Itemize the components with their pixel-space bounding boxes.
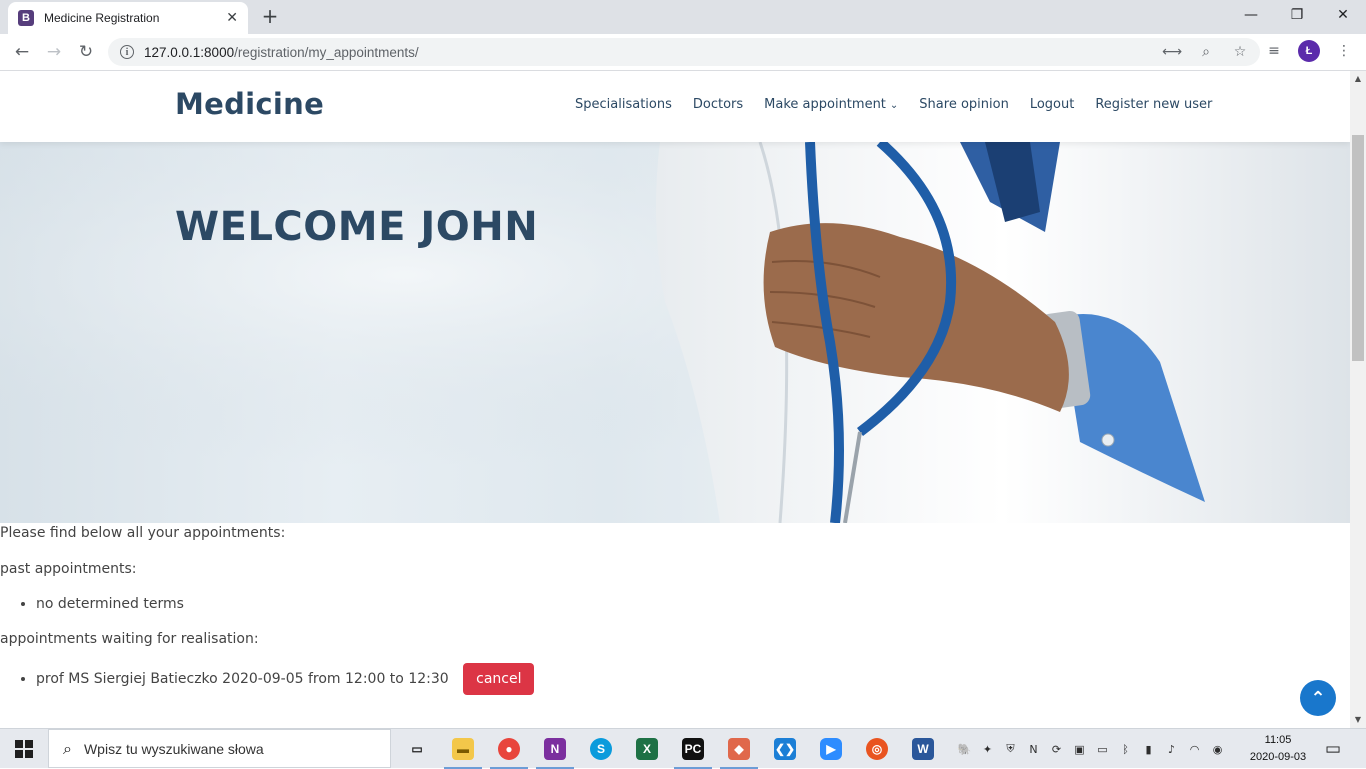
wifi-icon[interactable]: ◠ bbox=[1185, 740, 1204, 759]
excel-icon[interactable]: X bbox=[624, 729, 670, 769]
nav-make-appointment[interactable]: Make appointment ⌄ bbox=[764, 97, 898, 112]
close-window-icon[interactable]: ✕ bbox=[1320, 0, 1366, 30]
onenote-tray-icon[interactable]: N bbox=[1024, 740, 1043, 759]
vscode-icon[interactable]: ❮❯ bbox=[762, 729, 808, 769]
waiting-appointments-heading: appointments waiting for realisation: bbox=[0, 631, 259, 647]
skype-icon[interactable]: S bbox=[578, 729, 624, 769]
search-icon: ⌕ bbox=[63, 738, 72, 758]
translate-icon[interactable]: ⟷ bbox=[1162, 42, 1182, 62]
taskbar-search-placeholder: Wpisz tu wyszukiwane słowa bbox=[83, 740, 264, 757]
url-path: /registration/my_appointments/ bbox=[234, 44, 419, 60]
web-page: Medicine Specialisations Doctors Make ap… bbox=[0, 71, 1350, 728]
address-bar[interactable]: i 127.0.0.1:8000/registration/my_appoint… bbox=[108, 38, 1260, 66]
main-nav: Specialisations Doctors Make appointment… bbox=[575, 97, 1212, 112]
sync-icon[interactable]: ⟳ bbox=[1047, 740, 1066, 759]
minimize-window-icon[interactable]: — bbox=[1228, 0, 1274, 30]
taskbar-search-box[interactable]: ⌕ Wpisz tu wyszukiwane słowa bbox=[48, 729, 391, 768]
past-appointments-list: no determined terms bbox=[18, 596, 184, 612]
ubuntu-icon[interactable]: ◎ bbox=[854, 729, 900, 769]
appointment-details: prof MS Siergiej Batieczko 2020-09-05 fr… bbox=[36, 671, 449, 687]
hero-banner: WELCOME JOHN bbox=[0, 142, 1350, 523]
appointment-item: prof MS Siergiej Batieczko 2020-09-05 fr… bbox=[36, 663, 535, 695]
forward-arrow-icon[interactable]: → bbox=[41, 39, 67, 65]
system-tray: 🐘 ✦ ⛨ N ⟳ ▣ ▭ ᛒ ▮ ♪ ◠ ◉ bbox=[955, 729, 1227, 769]
tray-app-icon[interactable]: ✦ bbox=[978, 740, 997, 759]
browser-tab[interactable]: B Medicine Registration ✕ bbox=[8, 2, 248, 34]
git-gui-icon[interactable]: ◆ bbox=[716, 729, 762, 769]
windows-start-button[interactable] bbox=[0, 729, 48, 769]
bluetooth-icon[interactable]: ᛒ bbox=[1116, 740, 1135, 759]
bootstrap-favicon-icon: B bbox=[18, 10, 34, 26]
taskbar-clock[interactable]: 11:05 2020-09-03 bbox=[1246, 732, 1310, 766]
battery-icon[interactable]: ▮ bbox=[1139, 740, 1158, 759]
scroll-down-arrow-icon[interactable]: ▼ bbox=[1350, 712, 1366, 726]
doctor-hero-image bbox=[0, 142, 1350, 523]
office-icon[interactable]: ▣ bbox=[1070, 740, 1089, 759]
back-arrow-icon[interactable]: ← bbox=[9, 39, 35, 65]
restore-window-icon[interactable]: ❐ bbox=[1274, 0, 1320, 30]
volume-icon[interactable]: ♪ bbox=[1162, 740, 1181, 759]
nav-specialisations[interactable]: Specialisations bbox=[575, 97, 672, 112]
url-text: 127.0.0.1:8000/registration/my_appointme… bbox=[144, 45, 419, 60]
page-scrollbar[interactable]: ▲ ▼ bbox=[1350, 71, 1366, 728]
security-shield-icon[interactable]: ⛨ bbox=[1001, 740, 1020, 759]
scroll-thumb[interactable] bbox=[1352, 135, 1364, 361]
media-queue-icon[interactable]: ≡ bbox=[1264, 41, 1284, 61]
nav-logout[interactable]: Logout bbox=[1030, 97, 1075, 112]
list-item: no determined terms bbox=[36, 596, 184, 612]
nav-make-appointment-label: Make appointment bbox=[764, 97, 886, 112]
clock-date: 2020-09-03 bbox=[1249, 751, 1307, 763]
cancel-appointment-button[interactable]: cancel bbox=[463, 663, 535, 695]
tab-title: Medicine Registration bbox=[44, 11, 160, 25]
windows-taskbar: ⌕ Wpisz tu wyszukiwane słowa ▭ ▬ ● N S X… bbox=[0, 728, 1366, 769]
appointments-intro: Please find below all your appointments: bbox=[0, 525, 286, 541]
task-view-icon[interactable]: ▭ bbox=[394, 729, 440, 769]
chevron-up-icon: ⌃ bbox=[1310, 687, 1326, 709]
hero-title: WELCOME JOHN bbox=[175, 204, 539, 250]
browser-tab-strip: B Medicine Registration ✕ + — ❐ ✕ bbox=[0, 0, 1366, 34]
bookmark-star-icon[interactable]: ☆ bbox=[1230, 42, 1250, 62]
back-to-top-button[interactable]: ⌃ bbox=[1300, 680, 1336, 716]
word-icon[interactable]: W bbox=[900, 729, 946, 769]
postgres-icon[interactable]: 🐘 bbox=[955, 740, 974, 759]
close-tab-icon[interactable]: ✕ bbox=[226, 10, 238, 26]
browser-toolbar: ← → ↻ i 127.0.0.1:8000/registration/my_a… bbox=[0, 34, 1366, 71]
chrome-icon[interactable]: ● bbox=[486, 729, 532, 769]
profile-avatar[interactable]: Ł bbox=[1298, 40, 1320, 62]
scroll-up-arrow-icon[interactable]: ▲ bbox=[1350, 71, 1366, 85]
display-icon[interactable]: ▭ bbox=[1093, 740, 1112, 759]
past-appointments-heading: past appointments: bbox=[0, 561, 137, 577]
new-tab-icon[interactable]: + bbox=[258, 4, 282, 28]
site-logo[interactable]: Medicine bbox=[175, 87, 324, 121]
taskbar-apps: ▭ ▬ ● N S X PC ◆ ❮❯ ▶ ◎ W bbox=[394, 729, 946, 769]
url-host: 127.0.0.1:8000 bbox=[144, 44, 235, 60]
reload-icon[interactable]: ↻ bbox=[73, 39, 99, 65]
clock-time: 11:05 bbox=[1264, 734, 1292, 746]
waiting-appointments-list: prof MS Siergiej Batieczko 2020-09-05 fr… bbox=[18, 663, 535, 695]
site-header: Medicine Specialisations Doctors Make ap… bbox=[0, 71, 1350, 142]
menu-kebab-icon[interactable]: ⋮ bbox=[1334, 41, 1354, 61]
notification-center-icon[interactable]: ▭ bbox=[1318, 738, 1348, 760]
nav-register-new-user[interactable]: Register new user bbox=[1095, 97, 1212, 112]
zoom-app-icon[interactable]: ▶ bbox=[808, 729, 854, 769]
windows-logo-icon bbox=[15, 740, 33, 758]
site-info-icon[interactable]: i bbox=[120, 45, 134, 59]
nav-share-opinion[interactable]: Share opinion bbox=[919, 97, 1009, 112]
nav-doctors[interactable]: Doctors bbox=[693, 97, 743, 112]
file-explorer-icon[interactable]: ▬ bbox=[440, 729, 486, 769]
chevron-down-icon: ⌄ bbox=[889, 100, 899, 111]
zoom-icon[interactable]: ⌕ bbox=[1196, 42, 1216, 62]
pycharm-icon[interactable]: PC bbox=[670, 729, 716, 769]
firefox-tray-icon[interactable]: ◉ bbox=[1208, 740, 1227, 759]
onenote-icon[interactable]: N bbox=[532, 729, 578, 769]
